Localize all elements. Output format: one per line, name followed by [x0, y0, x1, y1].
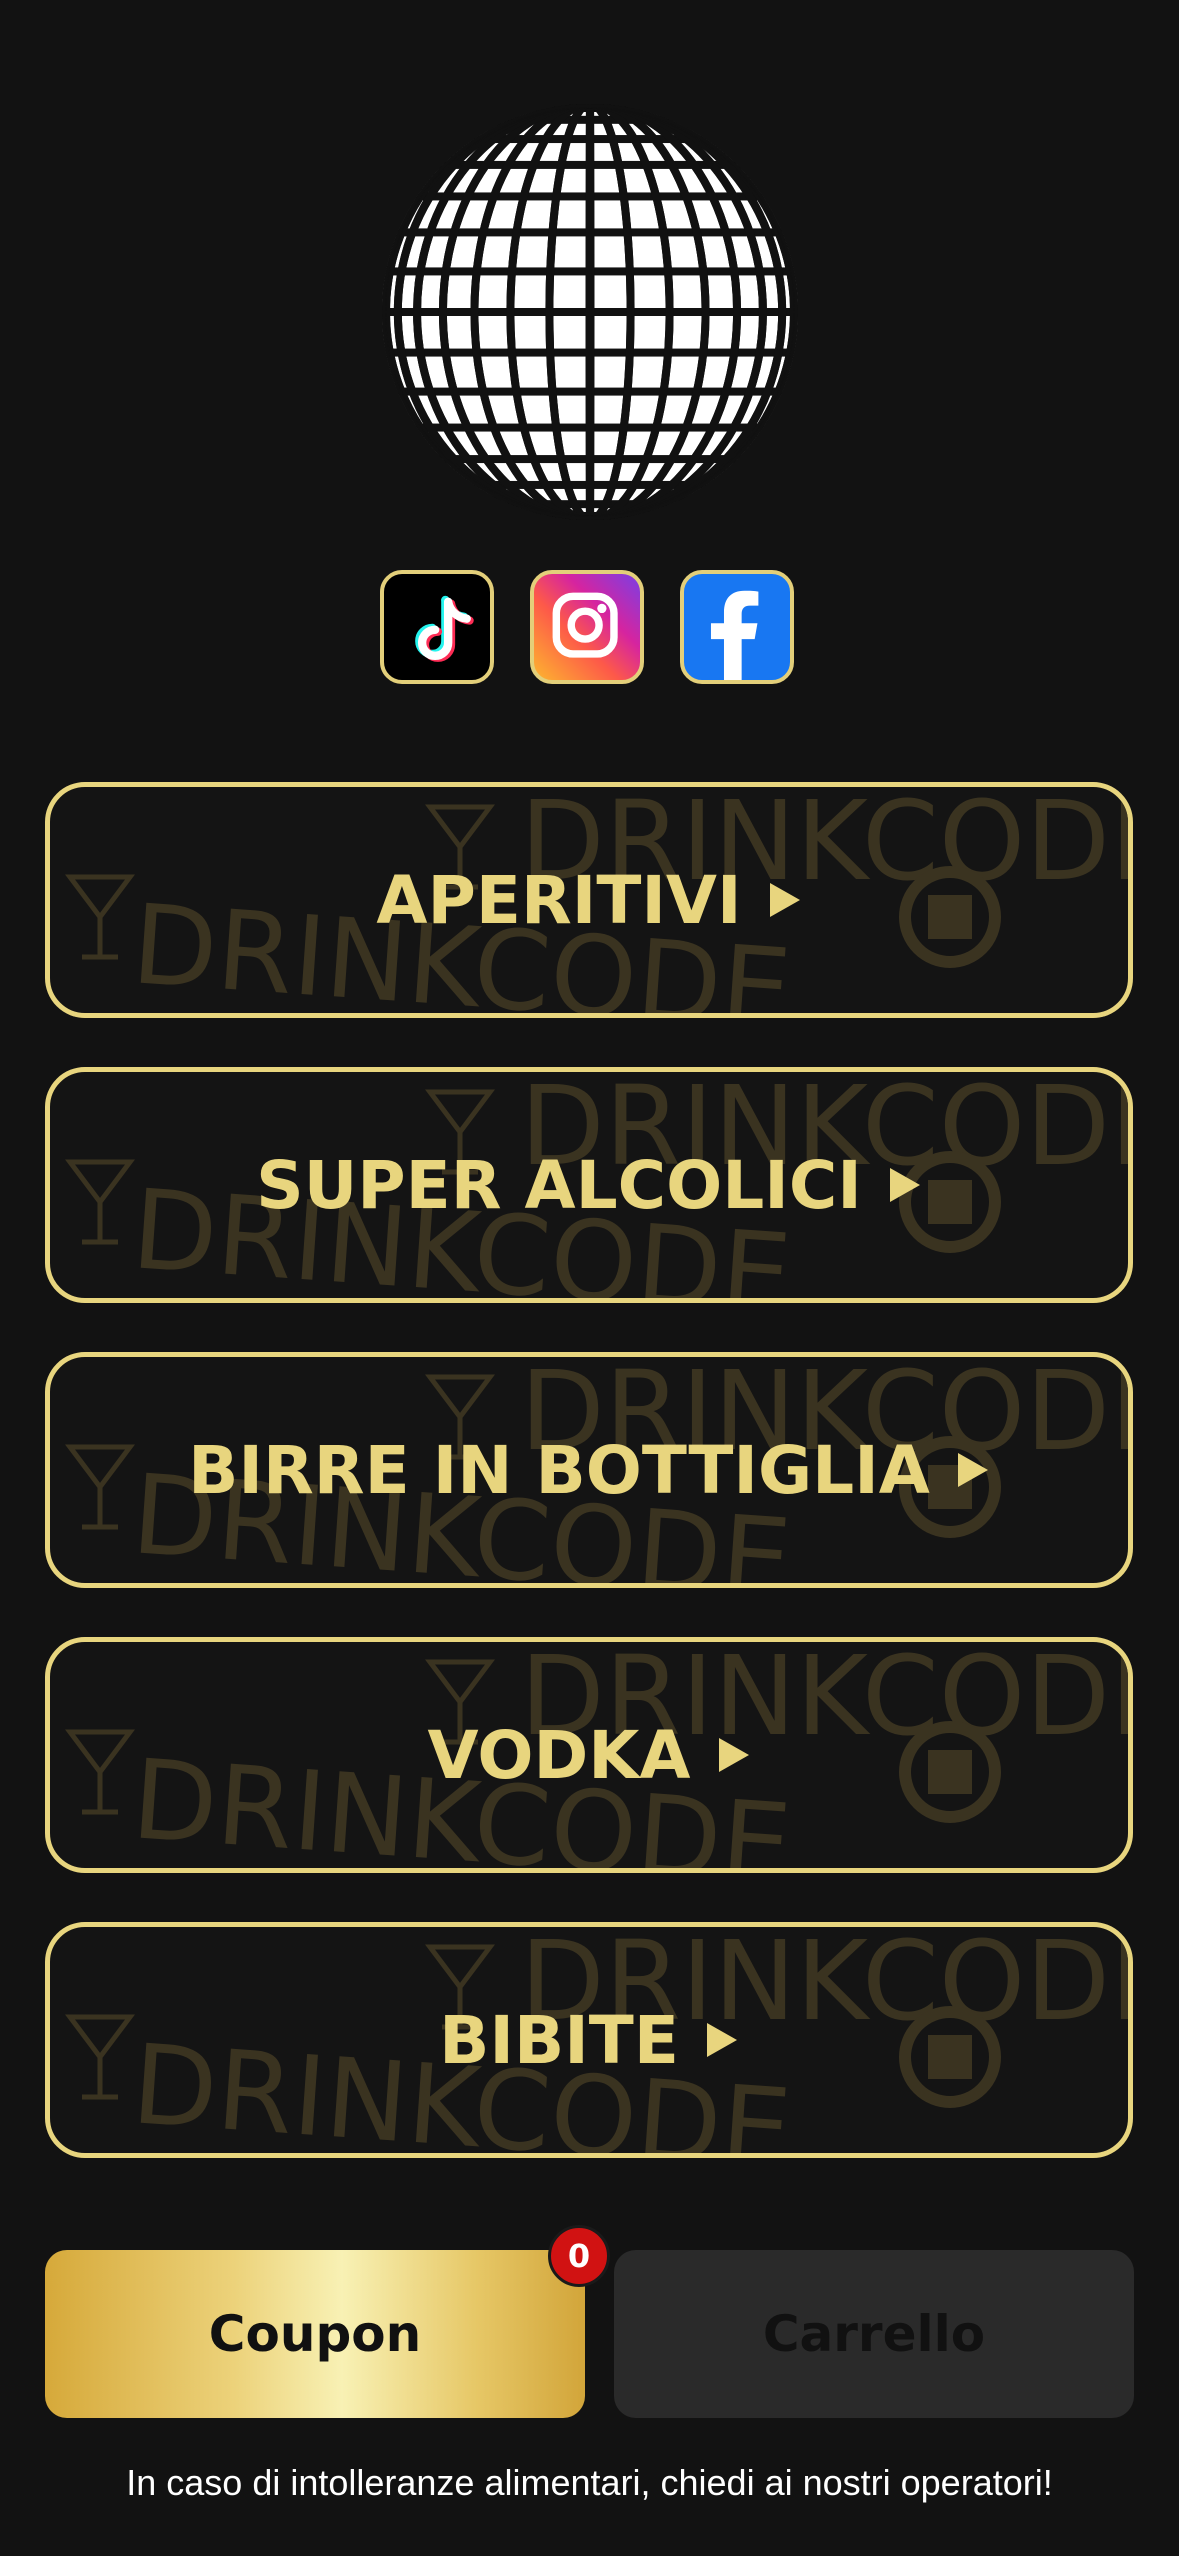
facebook-icon[interactable] [680, 570, 794, 684]
play-arrow-icon [957, 1453, 988, 1487]
coupon-button[interactable]: Coupon [45, 2250, 585, 2418]
allergy-note: In caso di intolleranze alimentari, chie… [126, 2462, 1053, 2503]
category-label: APERITIVI [376, 861, 742, 939]
category-label: VODKA [427, 1716, 691, 1794]
play-arrow-icon [769, 883, 800, 917]
category-label: BIBITE [439, 2001, 679, 2079]
cart-button[interactable]: Carrello [614, 2250, 1134, 2418]
category-label: SUPER ALCOLICI [256, 1146, 862, 1224]
coupon-count-badge: 0 [548, 2225, 610, 2287]
tiktok-icon[interactable] [380, 570, 494, 684]
instagram-icon[interactable] [530, 570, 644, 684]
cart-label: Carrello [762, 2305, 986, 2363]
coupon-label: Coupon [208, 2305, 422, 2363]
disco-ball-logo [382, 104, 798, 520]
category-birre-in-bottiglia[interactable]: DRINKCODE DRINKCODE BIRRE IN BOTTIGLIA [45, 1352, 1133, 1588]
category-label: BIRRE IN BOTTIGLIA [188, 1431, 930, 1509]
category-super-alcolici[interactable]: DRINKCODE DRINKCODE SUPER ALCOLICI [45, 1067, 1133, 1303]
play-arrow-icon [706, 2023, 737, 2057]
play-arrow-icon [718, 1738, 749, 1772]
category-bibite[interactable]: DRINKCODE DRINKCODE BIBITE [45, 1922, 1133, 2158]
social-links [378, 570, 802, 690]
play-arrow-icon [889, 1168, 920, 1202]
category-vodka[interactable]: DRINKCODE DRINKCODE VODKA [45, 1637, 1133, 1873]
category-aperitivi[interactable]: DRINKCODE DRINKCODE APERITIVI [45, 782, 1133, 1018]
